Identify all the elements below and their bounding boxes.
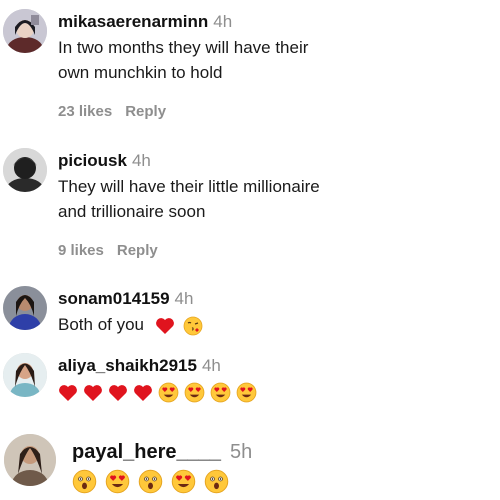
comment-item: payal_here____ 5h (0, 425, 500, 500)
comment-username[interactable]: sonam014159 (58, 289, 170, 308)
red-heart-icon (83, 384, 103, 402)
comment-text: They will have their little millionaire … (58, 174, 498, 224)
astonished-face-icon (138, 469, 163, 494)
avatar[interactable] (3, 286, 47, 330)
comment-text: Both of you (58, 311, 498, 339)
heart-eyes-icon (158, 382, 179, 403)
avatar[interactable] (3, 9, 47, 53)
astonished-face-icon (204, 469, 229, 494)
kissing-face-icon (183, 316, 203, 336)
heart-eyes-icon (184, 382, 205, 403)
comment-item: aliya_shaikh2915 4h (0, 345, 500, 410)
heart-eyes-icon (171, 469, 196, 494)
comment-timestamp: 4h (213, 12, 233, 31)
comment-actions: 23 likes Reply (58, 103, 498, 120)
comment-text: In two months they will have their own m… (58, 35, 498, 85)
emoji-row (58, 382, 498, 406)
comment-username[interactable]: aliya_shaikh2915 (58, 356, 197, 375)
reply-button[interactable]: Reply (117, 242, 158, 259)
avatar[interactable] (3, 353, 47, 397)
heart-eyes-icon (236, 382, 257, 403)
comment-item: mikasaerenarminn 4h In two months they wi… (0, 0, 500, 130)
avatar[interactable] (3, 148, 47, 192)
comment-timestamp: 4h (131, 151, 151, 170)
comment-timestamp: 4h (201, 356, 221, 375)
comment-timestamp: 5h (230, 441, 253, 463)
red-heart-icon (58, 384, 78, 402)
red-heart-icon (155, 317, 175, 335)
comment-text-line: and trillionaire soon (58, 202, 206, 221)
comment-username[interactable]: payal_here____ (72, 441, 221, 463)
likes-count[interactable]: 23 likes (58, 103, 112, 120)
comment-text-content: Both of you (58, 315, 145, 334)
heart-eyes-icon (210, 382, 231, 403)
comment-item: piciousk 4h They will have their little m… (0, 140, 500, 270)
comment-text-line: They will have their little millionaire (58, 177, 320, 196)
reply-button[interactable]: Reply (125, 103, 166, 120)
avatar[interactable] (4, 434, 56, 486)
red-heart-icon (133, 384, 153, 402)
red-heart-icon (108, 384, 128, 402)
comment-item: sonam014159 4h Both of you (0, 280, 500, 340)
comment-username[interactable]: mikasaerenarminn (58, 12, 208, 31)
comment-actions: 9 likes Reply (58, 242, 498, 259)
comment-text-line: own munchkin to hold (58, 63, 223, 82)
heart-eyes-icon (105, 469, 130, 494)
likes-count[interactable]: 9 likes (58, 242, 104, 259)
emoji-row (72, 469, 498, 497)
comment-timestamp: 4h (174, 289, 194, 308)
comment-text-line: In two months they will have their (58, 38, 309, 57)
astonished-face-icon (72, 469, 97, 494)
comment-username[interactable]: piciousk (58, 151, 127, 170)
